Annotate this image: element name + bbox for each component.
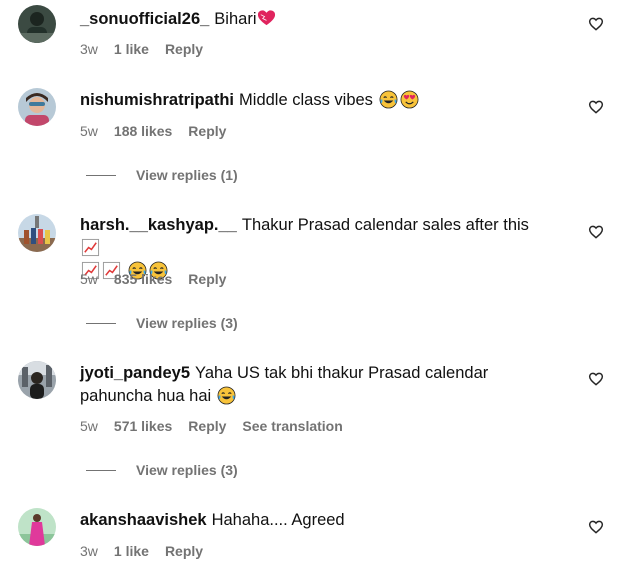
comment-meta: 5w 571 likes Reply See translation <box>80 418 343 434</box>
comment-text: _sonuofficial26_ Bihari <box>80 8 550 31</box>
comment-time[interactable]: 5w <box>80 123 98 139</box>
divider-line <box>86 174 116 176</box>
avatar[interactable] <box>18 508 56 546</box>
comment-likes[interactable]: 835 likes <box>114 271 172 287</box>
view-replies-button[interactable]: View replies (3) <box>86 315 238 331</box>
red-heart-emoji-icon <box>257 9 276 28</box>
comment-text: nishumishratripathi Middle class vibes <box>80 89 550 112</box>
reply-button[interactable]: Reply <box>188 271 226 287</box>
view-replies-label: View replies (3) <box>136 315 238 331</box>
avatar[interactable] <box>18 5 56 43</box>
comment-time[interactable]: 3w <box>80 543 98 559</box>
comment-body: Thakur Prasad calendar sales after this <box>241 216 529 234</box>
heart-outline-icon[interactable] <box>588 224 604 240</box>
divider-line <box>86 322 116 324</box>
reply-button[interactable]: Reply <box>165 41 203 57</box>
comment-meta: 3w 1 like Reply <box>80 41 203 57</box>
view-replies-label: View replies (3) <box>136 462 238 478</box>
comment-likes[interactable]: 1 like <box>114 41 149 57</box>
comment-body: Bihari <box>214 10 257 28</box>
avatar[interactable] <box>18 88 56 126</box>
comment-time[interactable]: 5w <box>80 271 98 287</box>
view-replies-button[interactable]: View replies (3) <box>86 462 238 478</box>
heart-outline-icon[interactable] <box>588 519 604 535</box>
reply-button[interactable]: Reply <box>188 123 226 139</box>
view-replies-button[interactable]: View replies (1) <box>86 167 238 183</box>
comment-text: jyoti_pandey5 Yaha US tak bhi thakur Pras… <box>80 362 550 408</box>
comment-username[interactable]: nishumishratripathi <box>80 91 234 109</box>
comment-meta: 5w 835 likes Reply <box>80 271 226 287</box>
comment-username[interactable]: harsh.__kashyap.__ <box>80 216 237 234</box>
comment-username[interactable]: _sonuofficial26_ <box>80 10 209 28</box>
heart-outline-icon[interactable] <box>588 371 604 387</box>
comment-meta: 5w 188 likes Reply <box>80 123 226 139</box>
view-replies-label: View replies (1) <box>136 167 238 183</box>
comment-time[interactable]: 3w <box>80 41 98 57</box>
comment-body: Hahaha.... Agreed <box>211 511 345 529</box>
reply-button[interactable]: Reply <box>165 543 203 559</box>
divider-line <box>86 469 116 471</box>
comment-likes[interactable]: 188 likes <box>114 123 172 139</box>
comment-username[interactable]: jyoti_pandey5 <box>80 364 190 382</box>
comment-time[interactable]: 5w <box>80 418 98 434</box>
comment-body: Middle class vibes <box>239 91 373 109</box>
comment-meta: 3w 1 like Reply <box>80 543 203 559</box>
comment-likes[interactable]: 571 likes <box>114 418 172 434</box>
avatar[interactable] <box>18 361 56 399</box>
comment-username[interactable]: akanshaavishek <box>80 511 207 529</box>
tears-of-joy-emoji-icon <box>217 386 236 405</box>
heart-eyes-emoji-icon <box>400 90 419 109</box>
avatar[interactable] <box>18 214 56 252</box>
see-translation-button[interactable]: See translation <box>242 418 342 434</box>
comment-likes[interactable]: 1 like <box>114 543 149 559</box>
heart-outline-icon[interactable] <box>588 16 604 32</box>
chart-increasing-emoji-icon <box>81 238 100 257</box>
tears-of-joy-emoji-icon <box>379 90 398 109</box>
heart-outline-icon[interactable] <box>588 99 604 115</box>
reply-button[interactable]: Reply <box>188 418 226 434</box>
comment-text: akanshaavishek Hahaha.... Agreed <box>80 509 550 532</box>
